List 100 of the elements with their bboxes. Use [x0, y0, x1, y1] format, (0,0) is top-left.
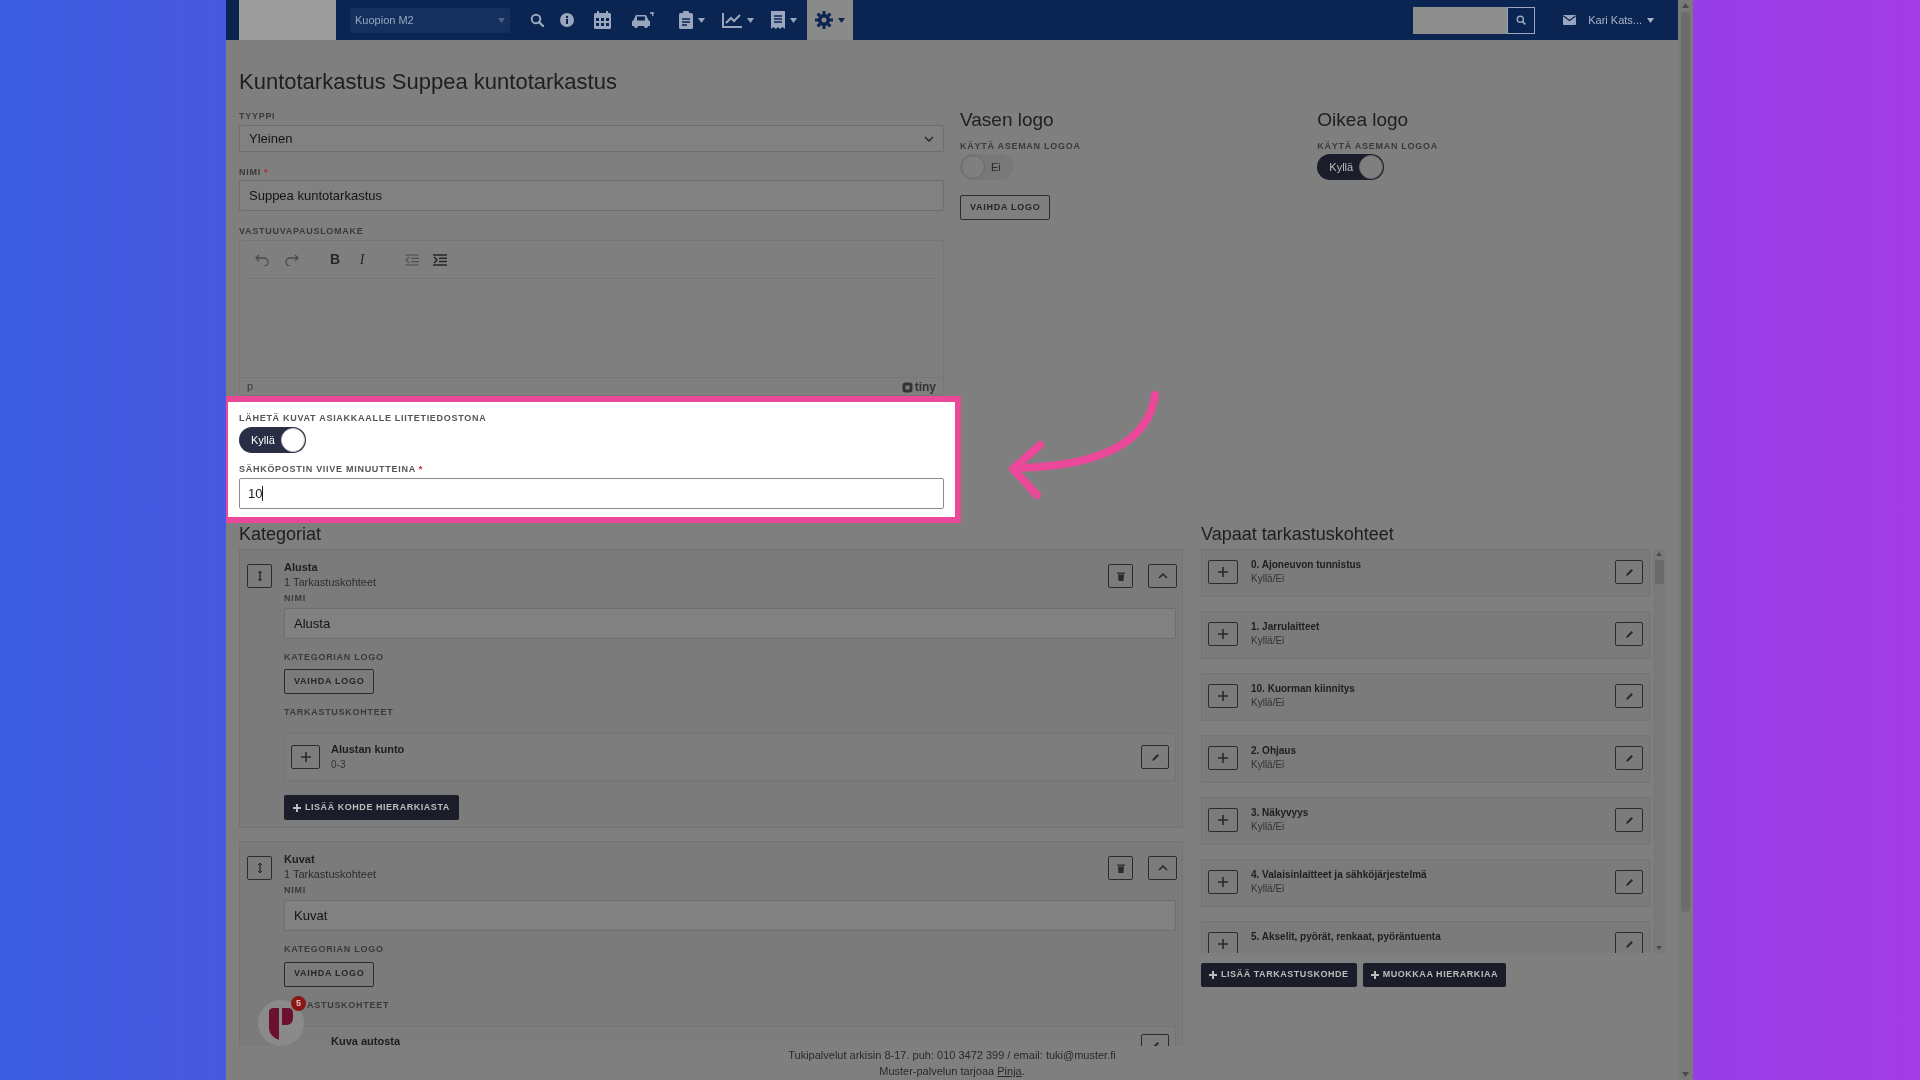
checkpoint-type: Kyllä/Ei [1251, 572, 1286, 586]
section-heading: Kategoriat [239, 523, 323, 545]
calendar-icon[interactable] [594, 11, 611, 29]
scroll-down-icon [1656, 946, 1662, 950]
search-field[interactable] [1413, 6, 1508, 34]
pencil-icon [1624, 691, 1634, 701]
clipboard-icon[interactable] [679, 11, 693, 29]
pencil-icon [1150, 752, 1160, 762]
caret-icon [698, 17, 705, 23]
search-button[interactable] [1507, 6, 1536, 34]
drag-handle[interactable] [247, 564, 272, 588]
scroll-up-icon [1656, 552, 1662, 556]
field-label: LÄHETÄ KUVAT ASIAKKAALLE LIITETIEDOSTONA [239, 412, 488, 424]
change-logo-button[interactable]: VAIHDA LOGO [284, 961, 375, 987]
checkpoint-title: 3. Näkyvyys [1251, 806, 1310, 820]
category-title: Kuvat [284, 852, 316, 867]
scroll-up-icon[interactable] [1682, 3, 1689, 8]
pencil-icon [1624, 629, 1634, 639]
caret-icon [498, 17, 505, 23]
field-label: NIMI [284, 592, 306, 604]
toggle-switch[interactable]: Kyllä [239, 427, 306, 453]
page-title: Kuntotarkastus Suppea kuntotarkastus [239, 68, 618, 96]
checkpoint-title: 10. Kuorman kiinnitys [1251, 682, 1356, 696]
tiny-brand[interactable]: tiny [901, 378, 936, 396]
pencil-icon [1624, 753, 1634, 763]
chevron-up-icon [1157, 865, 1168, 872]
edit-button[interactable] [1615, 560, 1643, 584]
category-count: 1 Tarkastuskohteet [284, 867, 377, 883]
user-menu[interactable]: Kari Kats... [1588, 11, 1654, 29]
chat-logo-icon [267, 1006, 295, 1040]
chevron-up-icon [1157, 573, 1168, 579]
trash-icon [1116, 863, 1125, 873]
edit-button[interactable] [1615, 870, 1643, 894]
email-delay-input[interactable]: 10 [239, 478, 944, 509]
search-icon[interactable] [530, 13, 544, 27]
delete-button[interactable] [1108, 564, 1133, 588]
field-label: NIMI [284, 884, 306, 897]
undo-icon[interactable] [255, 253, 269, 266]
field-label: SÄHKÖPOSTIN VIIVE MINUUTTEINA * [239, 463, 424, 475]
field-label: ASTUSKOHTEET [307, 998, 390, 1011]
collapse-button[interactable] [1148, 564, 1177, 588]
bold-button[interactable]: B [329, 249, 341, 270]
toggle-switch[interactable]: Kyllä [1317, 154, 1385, 180]
provider-note: Muster-palvelun tarjoaa Pinja. [879, 1064, 1025, 1079]
change-logo-button[interactable]: VAIHDA LOGO [960, 195, 1051, 221]
plus-icon [293, 803, 301, 812]
vertical-arrows-icon [257, 571, 262, 581]
element-path: p [247, 379, 254, 394]
brand-icon [901, 381, 913, 393]
edit-button[interactable] [1615, 808, 1643, 832]
italic-button[interactable]: I [357, 249, 367, 270]
delete-button[interactable] [1108, 856, 1133, 881]
edit-button[interactable] [1615, 684, 1643, 708]
edit-hierarchy-button[interactable]: MUOKKAA HIERARKIAA [1362, 963, 1507, 987]
section-heading: Vapaat tarkastuskohteet [1201, 523, 1395, 545]
caret-icon [1647, 17, 1654, 23]
checkpoint-type: 0-3 [331, 758, 347, 773]
location-select[interactable]: Kuopion M2 [350, 7, 510, 33]
checkpoint-title: 4. Valaisinlaitteet ja sähköjärjestelmä [1251, 868, 1428, 882]
collapse-button[interactable] [1148, 856, 1177, 881]
chevron-down-icon [924, 135, 934, 142]
search-icon [1516, 15, 1527, 25]
chart-icon[interactable] [722, 12, 742, 28]
type-select[interactable]: Yleinen [239, 125, 944, 152]
add-from-hierarchy-button[interactable]: LISÄÄ KOHDE HIERARKIASTA [284, 795, 459, 821]
category-name-input[interactable]: Alusta [284, 608, 1176, 639]
receipt-icon[interactable] [771, 11, 785, 29]
redo-icon[interactable] [285, 253, 299, 266]
toggle-switch[interactable]: Ei [960, 154, 1013, 180]
list-scrollbar[interactable] [1653, 549, 1665, 953]
category-title: Alusta [284, 560, 319, 574]
add-checkpoint-button[interactable]: LISÄÄ TARKASTUSKOHDE [1201, 963, 1357, 987]
mail-icon[interactable] [1563, 15, 1577, 25]
name-input[interactable]: Suppea kuntotarkastus [239, 180, 944, 211]
field-label: KATEGORIAN LOGO [284, 651, 384, 663]
pencil-icon [1624, 877, 1634, 887]
provider-link[interactable]: Pinja [997, 1065, 1022, 1077]
page-scrollbar[interactable] [1678, 0, 1693, 1080]
edit-button[interactable] [1615, 622, 1643, 646]
settings-menu[interactable] [807, 0, 853, 40]
caret-icon [747, 17, 754, 23]
pencil-icon [1624, 815, 1634, 825]
checkpoint-type: Kyllä/Ei [1251, 882, 1286, 896]
car-icon[interactable] [631, 12, 655, 28]
field-label: TYYPPI [239, 110, 277, 122]
outdent-icon[interactable] [405, 253, 419, 266]
info-icon[interactable] [560, 13, 574, 27]
edit-button[interactable] [1615, 932, 1643, 953]
edit-button[interactable] [1141, 745, 1169, 770]
drag-handle[interactable] [247, 856, 272, 881]
edit-button[interactable] [1615, 746, 1643, 770]
field-label: TARKASTUSKOHTEET [284, 706, 394, 719]
change-logo-button[interactable]: VAIHDA LOGO [284, 669, 375, 695]
caret-icon [790, 17, 797, 23]
checkpoint-title: Kuva autosta [331, 1033, 402, 1046]
checkpoint-type: Kyllä/Ei [1251, 820, 1286, 834]
indent-icon[interactable] [433, 253, 447, 266]
category-name-input[interactable]: Kuvat [284, 900, 1176, 932]
category-count: 1 Tarkastuskohteet [284, 575, 377, 590]
scroll-down-icon[interactable] [1682, 1072, 1689, 1077]
